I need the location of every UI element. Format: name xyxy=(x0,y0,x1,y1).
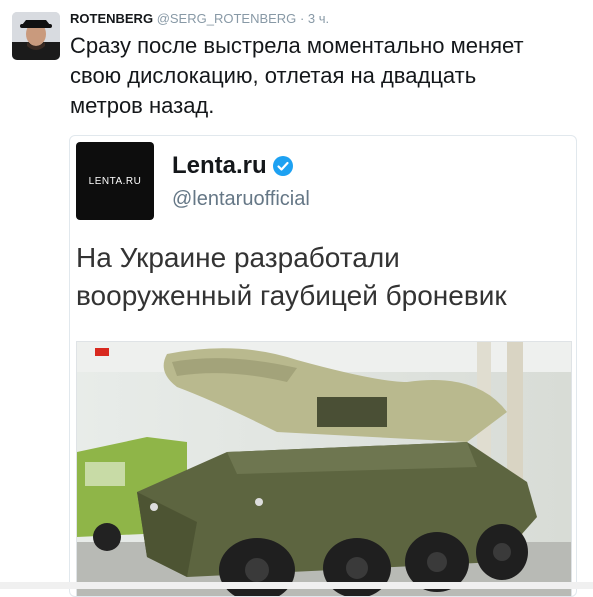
embedded-account-name: Lenta.ru xyxy=(172,152,293,180)
author-avatar[interactable] xyxy=(12,12,60,60)
author-name[interactable]: ROTENBERG xyxy=(70,11,153,26)
embedded-headline: На Украине разработали вооруженный гауби… xyxy=(76,242,507,311)
tweet: ROTENBERG @SERG_ROTENBERG · 3 ч. Сразу п… xyxy=(0,0,593,597)
armored-vehicle-photo xyxy=(76,341,572,596)
header-separator: · xyxy=(299,11,305,26)
avatar-image xyxy=(12,12,60,60)
tweet-timestamp[interactable]: 3 ч. xyxy=(308,11,329,26)
bottom-divider xyxy=(0,582,593,589)
tweet-header: ROTENBERG @SERG_ROTENBERG · 3 ч. xyxy=(70,11,329,26)
embedded-account-handle: @lentaruofficial xyxy=(172,188,310,210)
author-handle[interactable]: @SERG_ROTENBERG xyxy=(157,11,297,26)
embedded-name-text: Lenta.ru xyxy=(172,152,267,179)
lenta-logo: LENTA.RU xyxy=(76,142,154,220)
tweet-text: Сразу после выстрела моментально меняет … xyxy=(70,33,524,118)
photo-artwork xyxy=(77,342,571,596)
verified-badge-icon xyxy=(272,156,293,176)
embedded-screenshot-card[interactable]: LENTA.RU Lenta.ru @lentaruofficial На Ук… xyxy=(69,135,577,597)
